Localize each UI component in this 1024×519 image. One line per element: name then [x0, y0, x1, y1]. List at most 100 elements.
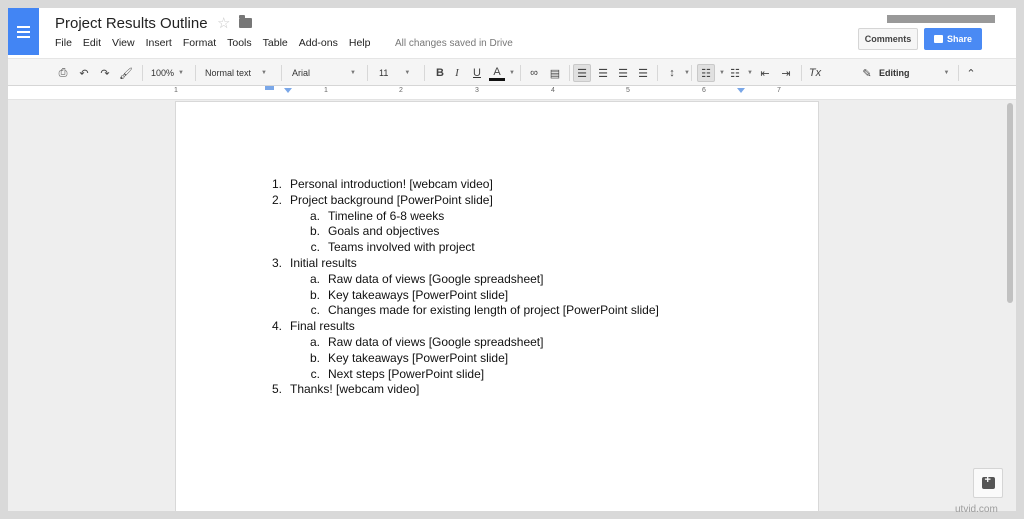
font-select[interactable]: Arial ▼ [292, 64, 356, 82]
chevron-down-icon: ▼ [747, 70, 753, 76]
toolbar-divider [367, 65, 368, 81]
app-window: Project Results Outline ☆ File Edit View… [8, 8, 1016, 511]
list-item[interactable]: 2. Project background [PowerPoint slide] [260, 193, 659, 209]
list-item[interactable]: b. Key takeaways [PowerPoint slide] [260, 351, 659, 367]
comments-button[interactable]: Comments [858, 28, 918, 50]
list-item[interactable]: b. Goals and objectives [260, 224, 659, 240]
align-center-button[interactable]: ☰ [595, 64, 611, 82]
list-item[interactable]: 4. Final results [260, 319, 659, 335]
zoom-value: 100% [151, 68, 175, 78]
vertical-scrollbar[interactable] [1005, 101, 1016, 511]
menu-file[interactable]: File [55, 37, 72, 49]
list-item-number: a. [309, 208, 320, 223]
style-select[interactable]: Normal text ▼ [205, 64, 267, 82]
menu-tools[interactable]: Tools [227, 37, 252, 49]
list-item-number: c. [310, 240, 320, 255]
font-value: Arial [292, 68, 311, 78]
ruler-tick-label: 4 [551, 87, 555, 94]
font-size-select[interactable]: 11 ▼ [379, 64, 410, 82]
ruler-tick-label: 6 [702, 87, 706, 94]
line-spacing-button[interactable]: ↕ ▼ [664, 64, 690, 82]
list-item[interactable]: 5. Thanks! [webcam video] [260, 382, 659, 398]
increase-indent-icon: ⇥ [781, 67, 791, 80]
account-info[interactable] [887, 15, 995, 23]
menu-format[interactable]: Format [183, 37, 216, 49]
redo-button[interactable]: ↷ [97, 64, 113, 82]
toolbar-divider [801, 65, 802, 81]
chevron-down-icon: ▼ [719, 70, 725, 76]
right-indent-marker[interactable] [737, 88, 745, 93]
folder-icon[interactable] [239, 15, 252, 28]
share-icon [933, 35, 943, 43]
list-item[interactable]: c. Next steps [PowerPoint slide] [260, 367, 659, 383]
explore-button[interactable] [973, 468, 1003, 498]
list-item-number: a. [309, 334, 320, 349]
bulleted-list-button[interactable]: ☷ ▼ [727, 64, 753, 82]
chevron-down-icon: ▼ [261, 70, 267, 76]
document-title[interactable]: Project Results Outline [55, 15, 208, 32]
ruler-tick-label: 1 [174, 87, 178, 94]
menu-insert[interactable]: Insert [146, 37, 172, 49]
list-item[interactable]: c. Teams involved with project [260, 240, 659, 256]
paint-format-button[interactable]: 🖌 [118, 64, 134, 82]
undo-icon: ↶ [79, 67, 89, 80]
list-item[interactable]: a. Raw data of views [Google spreadsheet] [260, 272, 659, 288]
line-spacing-icon: ↕ [669, 67, 675, 79]
scrollbar-thumb[interactable] [1007, 103, 1013, 303]
menu-addons[interactable]: Add-ons [299, 37, 338, 49]
list-item-number: a. [309, 271, 320, 286]
left-indent-marker[interactable] [284, 88, 292, 93]
list-item-text: Thanks! [webcam video] [290, 382, 420, 397]
justify-button[interactable]: ☰ [635, 64, 651, 82]
numbered-list-button[interactable]: ☷ [697, 64, 715, 82]
docs-logo-icon[interactable] [8, 8, 39, 55]
menu-table[interactable]: Table [263, 37, 288, 49]
list-item[interactable]: b. Key takeaways [PowerPoint slide] [260, 288, 659, 304]
clear-formatting-icon: Tx [808, 67, 822, 79]
mode-value: Editing [879, 68, 910, 78]
hide-menus-button[interactable]: ⌃ [963, 64, 979, 82]
list-item[interactable]: a. Raw data of views [Google spreadsheet] [260, 335, 659, 351]
list-item-number: 2. [271, 192, 282, 207]
chevron-down-icon: ▼ [943, 70, 950, 76]
italic-button[interactable]: I [449, 64, 465, 82]
chevron-down-icon: ▼ [350, 70, 356, 76]
save-status[interactable]: All changes saved in Drive [395, 38, 513, 49]
print-button[interactable]: ⎙ [55, 64, 71, 82]
mode-select[interactable]: ✎ Editing ▼ [859, 64, 949, 82]
ruler[interactable]: 1 1 2 3 4 5 6 7 [8, 86, 1016, 100]
text-color-button[interactable]: A ▼ [489, 64, 515, 82]
document-page[interactable]: 1. Personal introduction! [webcam video] 2… [175, 101, 819, 511]
list-item[interactable]: c. Changes made for existing length of pr… [260, 303, 659, 319]
zoom-select[interactable]: 100% ▼ [151, 64, 184, 82]
menu-bar: File Edit View Insert Format Tools Table… [55, 37, 381, 49]
numbered-list-options[interactable]: ▼ [715, 64, 725, 82]
project-outline-list[interactable]: 1. Personal introduction! [webcam video] 2… [260, 177, 659, 398]
list-item[interactable]: a. Timeline of 6-8 weeks [260, 209, 659, 225]
decrease-indent-button[interactable]: ⇤ [757, 64, 773, 82]
align-left-button[interactable]: ☰ [573, 64, 591, 82]
star-icon[interactable]: ☆ [217, 14, 230, 32]
menu-help[interactable]: Help [349, 37, 371, 49]
underline-button[interactable]: U [469, 64, 485, 82]
menu-edit[interactable]: Edit [83, 37, 101, 49]
toolbar-divider [657, 65, 658, 81]
menu-view[interactable]: View [112, 37, 135, 49]
insert-comment-button[interactable]: ▤ [547, 64, 563, 82]
chevron-down-icon: ▼ [684, 70, 690, 76]
first-line-indent-marker[interactable] [265, 86, 274, 90]
align-right-button[interactable]: ☰ [615, 64, 631, 82]
list-item-number: c. [310, 303, 320, 318]
increase-indent-button[interactable]: ⇥ [778, 64, 794, 82]
undo-button[interactable]: ↶ [76, 64, 92, 82]
insert-link-button[interactable]: ∞ [526, 64, 542, 82]
clear-formatting-button[interactable]: Tx [807, 64, 823, 82]
share-button[interactable]: Share [924, 28, 982, 50]
list-item[interactable]: 3. Initial results [260, 256, 659, 272]
ruler-tick-label: 7 [777, 87, 781, 94]
ruler-tick-label: 2 [399, 87, 403, 94]
font-size-value: 11 [379, 68, 389, 78]
list-item[interactable]: 1. Personal introduction! [webcam video] [260, 177, 659, 193]
bold-button[interactable]: B [432, 64, 448, 82]
list-item-text: Key takeaways [PowerPoint slide] [328, 287, 509, 302]
